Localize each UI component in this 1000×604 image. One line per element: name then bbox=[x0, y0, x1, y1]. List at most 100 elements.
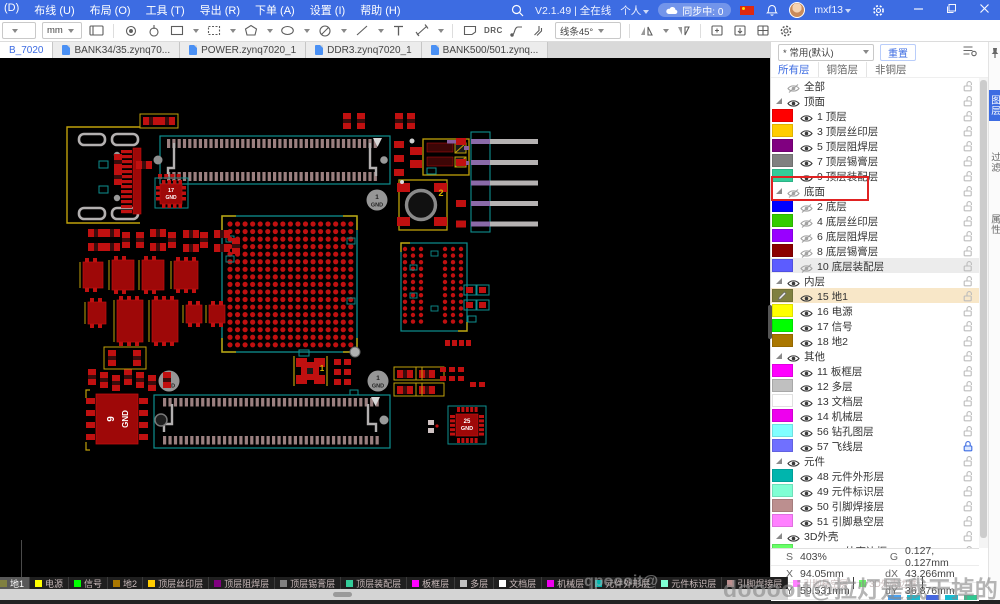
layer-row[interactable]: 17 信号 bbox=[771, 318, 979, 333]
layer-color-swatch[interactable] bbox=[772, 424, 793, 437]
layer-color-swatch[interactable] bbox=[772, 364, 793, 377]
drc-check-button[interactable]: DRC bbox=[484, 26, 503, 35]
side-tab[interactable]: 过滤 bbox=[989, 152, 1000, 173]
unit-select[interactable]: mm bbox=[42, 22, 82, 39]
text-tool-icon[interactable] bbox=[390, 22, 407, 39]
layer-color-swatch[interactable] bbox=[772, 124, 793, 137]
avatar[interactable] bbox=[789, 2, 806, 18]
document-tab[interactable]: BANK500/501.zynq... bbox=[421, 42, 549, 58]
layer-color-swatch[interactable] bbox=[772, 514, 793, 527]
close-button[interactable] bbox=[976, 3, 992, 17]
layer-row[interactable]: 18 地2 bbox=[771, 333, 979, 348]
layer-chip[interactable]: 顶层阻焊层 bbox=[209, 577, 276, 589]
document-tab[interactable]: B_7020 bbox=[0, 42, 54, 58]
account-type-menu[interactable]: 个人 bbox=[620, 3, 650, 18]
menu-item[interactable]: 设置 (I) bbox=[310, 2, 345, 18]
settings-gear-icon[interactable] bbox=[870, 2, 887, 19]
import-change-icon[interactable] bbox=[709, 22, 726, 39]
menu-item[interactable]: 帮助 (H) bbox=[360, 2, 400, 18]
side-tab[interactable]: 属性 bbox=[989, 214, 1000, 235]
layer-chip[interactable]: 引脚焊接层 bbox=[722, 577, 789, 589]
layer-row[interactable]: 3 顶层丝印层 bbox=[771, 123, 979, 138]
layer-config-icon[interactable] bbox=[962, 44, 977, 60]
layer-chip[interactable]: 地2 bbox=[108, 577, 144, 589]
layer-row[interactable]: 16 电源 bbox=[771, 303, 979, 318]
layer-row[interactable]: 56 钻孔图层 bbox=[771, 423, 979, 438]
menu-item[interactable]: (D) bbox=[4, 2, 19, 18]
layer-chip[interactable]: 地1 bbox=[0, 577, 31, 589]
layer-chip[interactable]: 元件外形层 bbox=[590, 577, 657, 589]
keepout-tool-icon[interactable] bbox=[316, 22, 333, 39]
layer-row[interactable]: 49 元件标识层 bbox=[771, 483, 979, 498]
layer-color-swatch[interactable] bbox=[772, 409, 793, 422]
layer-group-row[interactable]: 元件 bbox=[771, 453, 979, 468]
expand-triangle-icon[interactable] bbox=[776, 278, 782, 284]
layer-row[interactable]: 1 顶层 bbox=[771, 108, 979, 123]
layer-row[interactable]: 14 机械层 bbox=[771, 408, 979, 423]
layer-chip[interactable]: 信号 bbox=[69, 577, 109, 589]
layer-row[interactable]: 11 板框层 bbox=[771, 363, 979, 378]
expand-triangle-icon[interactable] bbox=[776, 533, 782, 539]
menu-item[interactable]: 下单 (A) bbox=[255, 2, 295, 18]
scrollbar-thumb[interactable] bbox=[980, 80, 987, 538]
layer-row[interactable]: 48 元件外形层 bbox=[771, 468, 979, 483]
layer-row[interactable]: 13 文档层 bbox=[771, 393, 979, 408]
panelize-icon[interactable] bbox=[755, 22, 772, 39]
layer-color-swatch[interactable] bbox=[772, 109, 793, 122]
side-tab[interactable]: 图层 bbox=[989, 90, 1000, 121]
layer-color-swatch[interactable] bbox=[772, 484, 793, 497]
layer-color-swatch[interactable] bbox=[772, 259, 793, 272]
layer-color-swatch[interactable] bbox=[772, 229, 793, 242]
distribute-tool-icon[interactable] bbox=[675, 22, 692, 39]
layer-row[interactable]: 50 引脚焊接层 bbox=[771, 498, 979, 513]
document-tab[interactable]: POWER.zynq7020_1 bbox=[180, 42, 307, 58]
document-tab[interactable]: DDR3.zynq7020_1 bbox=[306, 42, 422, 58]
layer-color-swatch[interactable] bbox=[772, 439, 793, 452]
menu-item[interactable]: 布线 (U) bbox=[34, 2, 74, 18]
grid-size-select[interactable] bbox=[2, 22, 36, 39]
sync-status-pill[interactable]: 同步中: 0 bbox=[658, 3, 732, 18]
layer-chip[interactable]: 电源 bbox=[30, 577, 70, 589]
expand-triangle-icon[interactable] bbox=[776, 98, 782, 104]
layer-row[interactable]: 51 引脚悬空层 bbox=[771, 513, 979, 528]
layer-chip[interactable]: 机械层 bbox=[542, 577, 591, 589]
menu-item[interactable]: 导出 (R) bbox=[200, 2, 240, 18]
export-file-icon[interactable] bbox=[732, 22, 749, 39]
layer-row[interactable]: 5 顶层阻焊层 bbox=[771, 138, 979, 153]
layer-chip[interactable]: 元件标识层 bbox=[656, 577, 723, 589]
diff-pair-route-icon[interactable] bbox=[532, 22, 549, 39]
search-icon[interactable] bbox=[509, 2, 526, 19]
order-gear-icon[interactable] bbox=[778, 22, 795, 39]
layer-group-row[interactable]: 内层 bbox=[771, 273, 979, 288]
layer-color-swatch[interactable] bbox=[772, 334, 793, 347]
notifications-bell-icon[interactable] bbox=[763, 2, 780, 19]
layer-preset-select[interactable]: * 常用(默认) bbox=[778, 43, 874, 61]
pcb-drawing[interactable]: 17GND1GND1GND1GND29GND25GND1 bbox=[0, 58, 770, 577]
filter-tab[interactable]: 所有层 bbox=[778, 62, 819, 77]
layer-row[interactable]: 15 地1 bbox=[771, 288, 979, 303]
layer-group-row[interactable]: 顶面 bbox=[771, 93, 979, 108]
maximize-button[interactable] bbox=[943, 3, 959, 17]
rect-tool-icon[interactable] bbox=[168, 22, 185, 39]
line-tool-icon[interactable] bbox=[353, 22, 370, 39]
layer-row[interactable]: 12 多层 bbox=[771, 378, 979, 393]
layer-row[interactable]: 57 飞线层 bbox=[771, 438, 979, 453]
document-tab[interactable]: BANK34/35.zynq70... bbox=[53, 42, 181, 58]
minimize-button[interactable] bbox=[910, 3, 926, 17]
dimension-tool-icon[interactable] bbox=[413, 22, 430, 39]
canvas-settings-icon[interactable] bbox=[88, 22, 105, 39]
layer-color-swatch[interactable] bbox=[772, 304, 793, 317]
polygon-tool-icon[interactable] bbox=[242, 22, 259, 39]
route-tool-icon[interactable] bbox=[509, 22, 526, 39]
layer-all-row[interactable]: 全部 bbox=[771, 78, 979, 93]
layer-group-row[interactable]: 3D外壳 bbox=[771, 528, 979, 543]
reset-button[interactable]: 重置 bbox=[880, 43, 916, 61]
pad-tool-icon[interactable] bbox=[122, 22, 139, 39]
layer-row[interactable]: 4 底层丝印层 bbox=[771, 213, 979, 228]
pin-panel-icon[interactable] bbox=[990, 46, 1000, 64]
language-flag-icon[interactable] bbox=[740, 5, 755, 15]
layer-color-swatch[interactable] bbox=[772, 154, 793, 167]
line-mode-select[interactable]: 线条45° bbox=[554, 22, 621, 39]
layer-color-swatch[interactable] bbox=[772, 499, 793, 512]
layer-chip[interactable]: 顶层装配层 bbox=[341, 577, 408, 589]
